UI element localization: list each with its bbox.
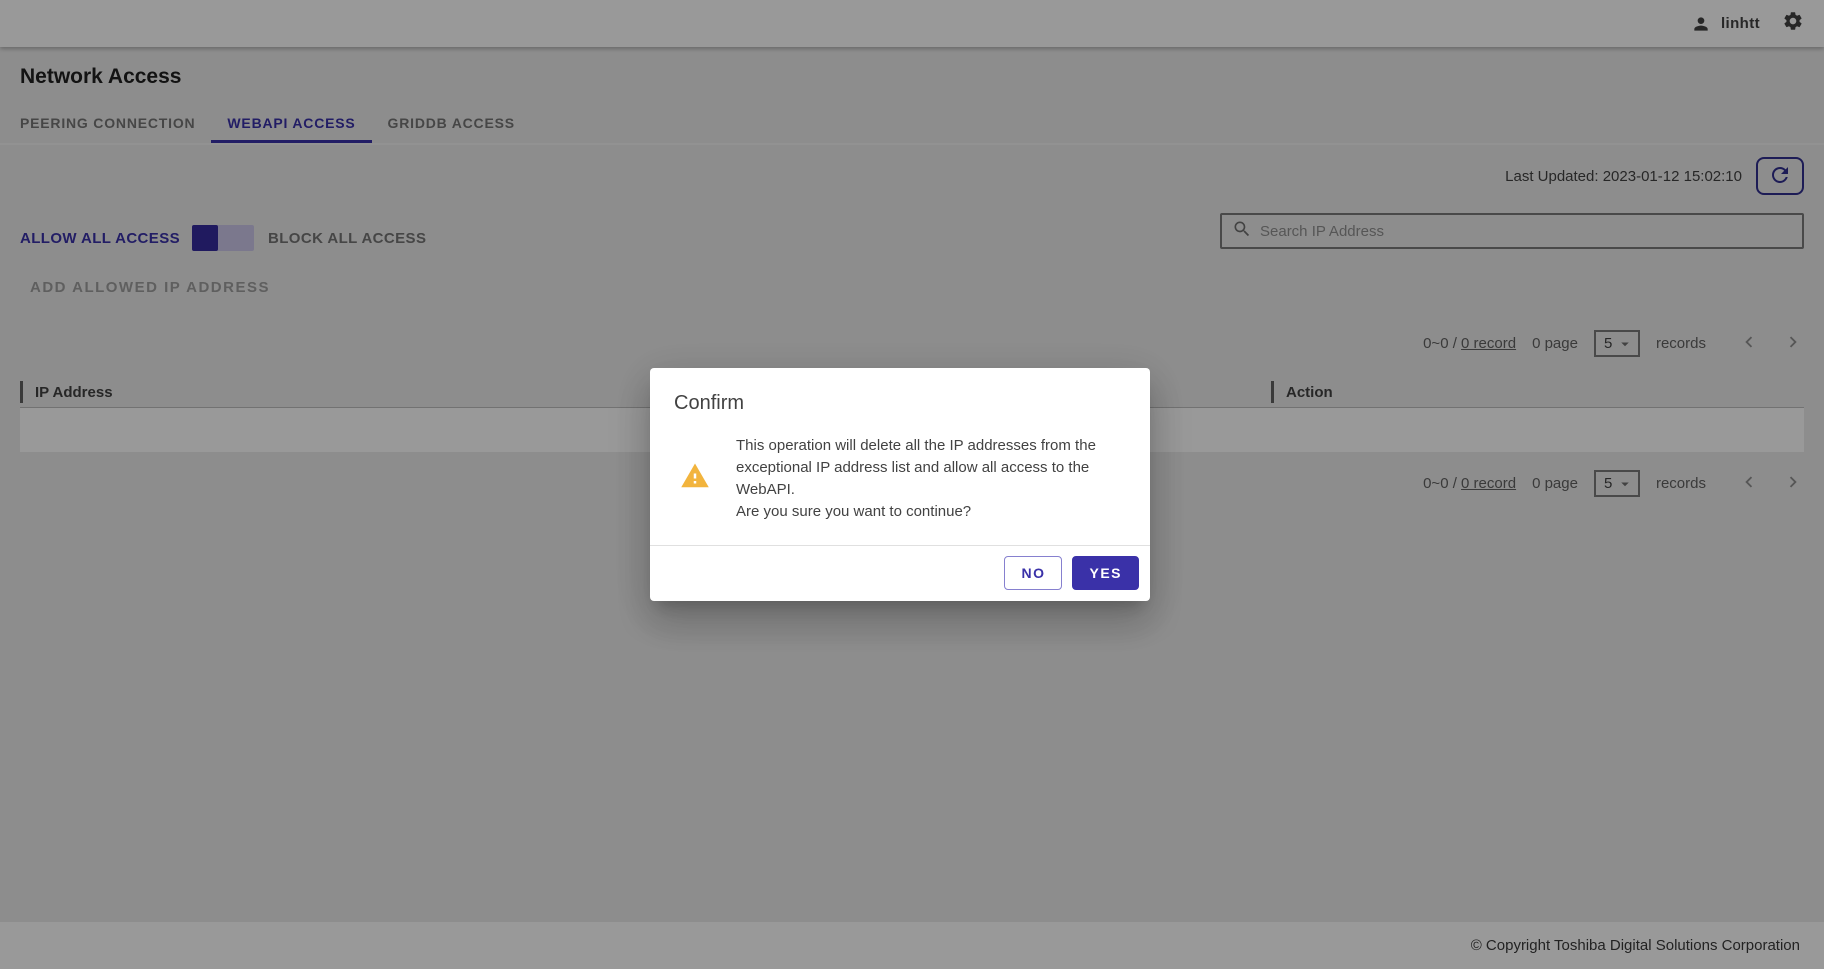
dialog-title: Confirm xyxy=(650,368,1150,429)
dialog-message-text: This operation will delete all the IP ad… xyxy=(736,435,1096,502)
no-button[interactable]: NO xyxy=(1004,556,1062,590)
dialog-question-text: Are you sure you want to continue? xyxy=(736,501,1096,523)
dialog-message: This operation will delete all the IP ad… xyxy=(736,435,1096,524)
yes-button[interactable]: YES xyxy=(1072,556,1139,590)
warning-icon xyxy=(680,461,710,524)
confirm-dialog: Confirm This operation will delete all t… xyxy=(650,368,1150,602)
dialog-actions: NO YES xyxy=(650,545,1150,601)
